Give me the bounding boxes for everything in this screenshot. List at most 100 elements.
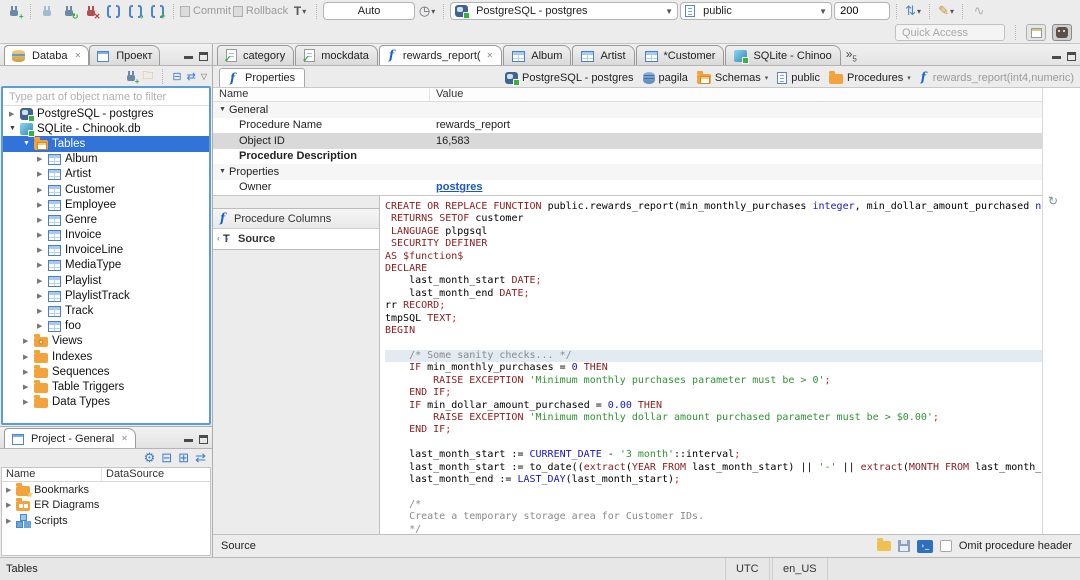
sync-connection-button[interactable]: ⇅ ▾ [903, 1, 923, 21]
locale-indicator[interactable]: en_US [772, 558, 828, 580]
minimize-icon[interactable] [184, 434, 193, 442]
gear-icon[interactable]: ⚙ [144, 450, 156, 466]
chevron-down-icon[interactable]: ▾ [765, 74, 769, 82]
tree-item-postgresql-postgres[interactable]: ▶ PostgreSQL - postgres [3, 106, 209, 122]
code-line[interactable]: last_month_start := CURRENT_DATE - '3 mo… [385, 449, 1042, 461]
breadcrumb-item-public[interactable]: public [777, 71, 820, 84]
section-button-procedure-columns[interactable]: Procedure Columns [213, 209, 379, 229]
connection-select[interactable]: PostgreSQL - postgres ▼ [450, 2, 679, 20]
view-menu-icon[interactable]: ▽ [201, 72, 207, 81]
sql-formatter-button[interactable]: ✎ ▾ [936, 1, 956, 21]
chevron-right-icon[interactable]: ▶ [37, 246, 48, 254]
tab-sqlite-chinoo[interactable]: SQLite - Chinoo [725, 45, 841, 65]
reconnect-button[interactable]: ↻ [59, 1, 79, 21]
save-icon[interactable] [897, 540, 910, 552]
property-row-properties[interactable]: ▼ Properties [213, 164, 1042, 180]
code-line[interactable]: AS $function$ [385, 251, 1042, 263]
tree-item-indexes[interactable]: ▶ Indexes [3, 349, 209, 364]
code-line[interactable]: RAISE EXCEPTION 'Minimum monthly purchas… [385, 375, 1042, 387]
code-line[interactable]: last_month_start DATE; [385, 275, 1042, 287]
tab-properties[interactable]: Properties [219, 68, 306, 87]
chevron-right-icon[interactable]: ▶ [37, 186, 48, 194]
code-line[interactable] [385, 486, 1042, 498]
disconnect-button[interactable]: ✕ [81, 1, 101, 21]
sql-editor-button[interactable] [103, 1, 123, 21]
tab-category[interactable]: category [217, 45, 295, 65]
code-line[interactable]: last_month_start := to_date((extract(YEA… [385, 462, 1042, 474]
collapse-all-icon[interactable]: ⊟ [172, 70, 181, 83]
new-sql-editor-button[interactable]: + [147, 1, 167, 21]
tree-item-sqlite-chinook-db[interactable]: ▼ SQLite - Chinook.db [3, 121, 209, 137]
chevron-right-icon[interactable]: ▶ [9, 110, 20, 118]
refresh-icon[interactable]: ↻ [1048, 194, 1058, 208]
tree-item-artist[interactable]: ▶ Artist [3, 167, 209, 182]
code-line[interactable]: last_month_end := LAST_DAY(last_month_st… [385, 474, 1042, 486]
code-line[interactable]: Create a temporary storage area for Cust… [385, 511, 1042, 523]
chevron-down-icon[interactable]: ▼ [219, 168, 229, 175]
rollback-button[interactable]: Rollback [232, 1, 288, 21]
chevron-down-icon[interactable]: ▾ [907, 74, 911, 82]
column-header-name[interactable]: Name [2, 468, 102, 481]
minimize-icon[interactable] [1052, 51, 1061, 59]
tree-item-genre[interactable]: ▶ Genre [3, 212, 209, 227]
chevron-right-icon[interactable]: ▶ [23, 383, 34, 391]
chevron-right-icon[interactable]: ▶ [6, 486, 16, 494]
query-history-button[interactable]: ◷ ▾ [417, 1, 437, 21]
new-connection-small-button[interactable]: + [124, 69, 139, 85]
property-row-procedure-description[interactable]: Procedure Description [213, 149, 1042, 165]
code-line[interactable]: rr RECORD; [385, 300, 1042, 312]
tree-item-album[interactable]: ▶ Album [3, 152, 209, 167]
dbeaver-perspective-button[interactable] [1052, 24, 1072, 41]
commit-mode-select[interactable]: Auto [323, 2, 416, 20]
code-line[interactable]: /* Some sanity checks... */ [385, 349, 1042, 363]
tab-customer[interactable]: *Customer [635, 45, 725, 65]
chevron-right-icon[interactable]: ▶ [37, 170, 48, 178]
console-icon[interactable]: ›_ [916, 539, 933, 553]
commit-button[interactable]: Commit [180, 1, 231, 21]
tab-projects[interactable]: Проект [89, 45, 161, 65]
code-line[interactable]: CREATE OR REPLACE FUNCTION public.reward… [385, 201, 1042, 213]
timezone-indicator[interactable]: UTC [725, 558, 770, 580]
chevron-right-icon[interactable]: ▶ [23, 353, 34, 361]
chevron-right-icon[interactable]: ▶ [37, 231, 48, 239]
source-code-editor[interactable]: CREATE OR REPLACE FUNCTION public.reward… [380, 196, 1042, 534]
link-editor-icon[interactable]: ⇄ [187, 70, 196, 83]
chevron-right-icon[interactable]: ▶ [6, 501, 16, 509]
breadcrumb-item-rewards-report-int4-numeric[interactable]: rewards_report(int4,numeric) [920, 70, 1074, 84]
chevron-down-icon[interactable]: ▼ [23, 140, 34, 147]
chevron-right-icon[interactable]: ▶ [37, 261, 48, 269]
code-line[interactable] [385, 437, 1042, 449]
project-item-bookmarks[interactable]: ▶ Bookmarks [2, 482, 210, 499]
breadcrumb-item-pagila[interactable]: pagila [642, 71, 688, 84]
open-perspective-button[interactable] [1026, 24, 1046, 41]
tree-item-track[interactable]: ▶ Track [3, 303, 209, 318]
tab-database-navigator[interactable]: Databa ✕ [4, 45, 90, 65]
chevron-right-icon[interactable]: ▶ [23, 368, 34, 376]
expand-all-icon[interactable]: ⊞ [178, 450, 189, 466]
open-file-icon[interactable] [876, 538, 891, 551]
breadcrumb-item-postgresql-postgres[interactable]: PostgreSQL - postgres [505, 71, 634, 86]
code-line[interactable]: BEGIN [385, 325, 1042, 337]
code-line[interactable]: DECLARE [385, 263, 1042, 275]
quick-access-input[interactable] [895, 24, 1005, 41]
schema-select[interactable]: public ▼ [680, 2, 833, 20]
chevron-right-icon[interactable]: ▶ [37, 277, 48, 285]
tree-item-views[interactable]: ▶ Views [3, 334, 209, 349]
code-line[interactable] [385, 337, 1042, 349]
code-line[interactable]: */ [385, 524, 1042, 534]
tree-item-data-types[interactable]: ▶ Data Types [3, 395, 209, 410]
chevron-right-icon[interactable]: ▶ [23, 337, 34, 345]
chevron-down-icon[interactable]: ▼ [9, 125, 20, 132]
project-item-er-diagrams[interactable]: ▶ ER Diagrams [2, 498, 210, 514]
lasso-button[interactable]: ∿ [969, 1, 989, 21]
breadcrumb-item-schemas[interactable]: Schemas ▾ [696, 70, 769, 84]
new-connection-button[interactable]: + [4, 1, 24, 21]
tree-item-invoice[interactable]: ▶ Invoice [3, 228, 209, 243]
collapse-all-icon[interactable]: ⊟ [161, 450, 172, 466]
code-line[interactable]: SECURITY DEFINER [385, 238, 1042, 250]
chevron-right-icon[interactable]: ▶ [23, 398, 34, 406]
omit-header-checkbox[interactable] [939, 540, 952, 552]
maximize-icon[interactable] [199, 51, 208, 61]
chevron-right-icon[interactable]: ▶ [6, 517, 16, 525]
connect-button[interactable] [37, 1, 57, 21]
